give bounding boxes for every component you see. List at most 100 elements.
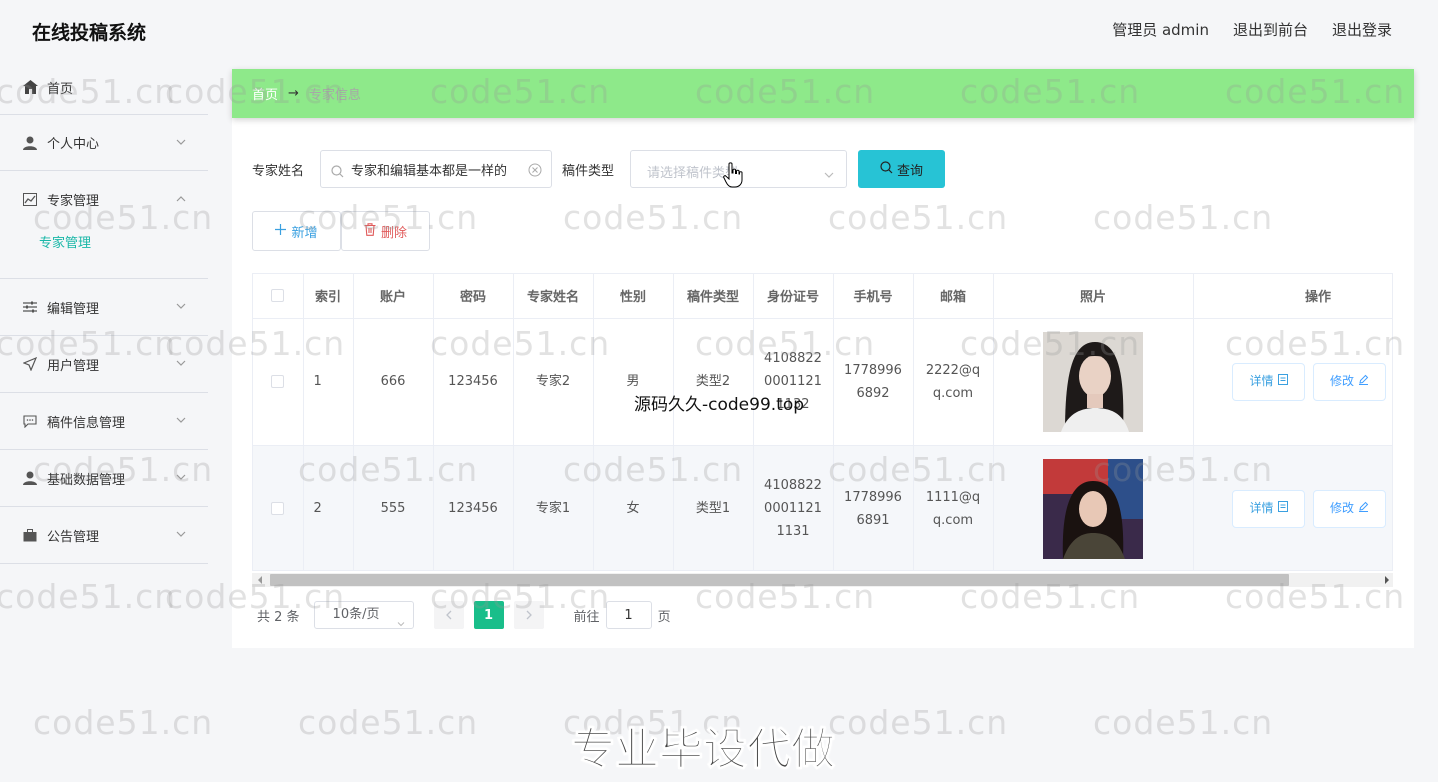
chart-icon (22, 192, 38, 208)
sidebar-item-expert[interactable]: 专家管理 (0, 171, 208, 228)
select-all-cell[interactable] (253, 274, 304, 319)
search-icon (880, 160, 893, 178)
sidebar-item-personal[interactable]: 个人中心 (0, 114, 208, 171)
pagination: 共 2 条 10条/页 1 前往 页 (257, 601, 671, 629)
detail-button[interactable]: 详情 (1232, 362, 1305, 401)
expert-table: 索引 账户 密码 专家姓名 性别 稿件类型 身份证号 手机号 邮箱 照片 操作 … (252, 273, 1393, 571)
page-size-value: 10条/页 (332, 607, 380, 622)
sidebar-item-label: 个人中心 (47, 137, 100, 152)
sidebar-item-label: 公告管理 (47, 529, 100, 545)
add-button[interactable]: 新增 (252, 211, 341, 251)
column-header: 手机号 (833, 274, 914, 319)
expert-photo (1043, 458, 1143, 559)
watermark: code51.cn (33, 703, 214, 742)
add-button-label: 新增 (291, 225, 318, 241)
user-icon (22, 135, 38, 151)
page-number-current[interactable]: 1 (473, 601, 504, 629)
cell-email: 2222@qq.com (913, 318, 994, 446)
sidebar-subitem-expert[interactable]: 专家管理 (0, 228, 208, 278)
chevron-up-icon (176, 193, 186, 203)
delete-button[interactable]: 删除 (341, 211, 430, 251)
sidebar-item-home[interactable]: 首页 (0, 60, 208, 114)
column-header: 照片 (993, 274, 1194, 319)
scroll-left-arrow-icon[interactable] (258, 576, 262, 584)
expert-photo (1043, 331, 1143, 432)
column-header: 操作 (1193, 274, 1392, 319)
user-icon (22, 470, 38, 486)
expert-name-search[interactable] (320, 150, 552, 188)
sidebar-item-notice[interactable]: 公告管理 (0, 507, 208, 564)
edit-button[interactable]: 修改 (1313, 362, 1386, 401)
delete-button-label: 删除 (380, 225, 407, 241)
expert-name-label: 专家姓名 (252, 164, 305, 179)
sidebar-item-label: 专家管理 (47, 194, 100, 209)
chevron-down-icon (176, 300, 186, 310)
hand-cursor-icon (723, 162, 743, 188)
sidebar-item-label: 基础数据管理 (47, 472, 126, 488)
cell-email: 1111@qq.com (913, 445, 994, 570)
cell-photo (993, 318, 1194, 446)
cell-type: 类型2 (673, 318, 754, 446)
prev-page-button[interactable] (433, 601, 464, 629)
watermark: code51.cn (1093, 703, 1274, 742)
chevron-down-icon (176, 357, 186, 367)
scrollbar-thumb[interactable] (270, 574, 1289, 586)
query-button-label: 查询 (896, 163, 923, 179)
edit-button[interactable]: 修改 (1313, 489, 1386, 528)
detail-button-label: 详情 (1249, 501, 1274, 515)
manuscript-type-label: 稿件类型 (562, 164, 615, 179)
edit-button-label: 修改 (1329, 374, 1354, 388)
trash-icon (364, 222, 376, 240)
goto-label: 前往 (573, 609, 600, 625)
sidebar: 首页 个人中心 专家管理 专家管理 编辑管理 用户管理 稿件信息管理 基础数据管… (0, 60, 208, 564)
clear-icon[interactable] (528, 162, 542, 177)
scroll-right-arrow-icon[interactable] (1385, 576, 1389, 584)
admin-user-link[interactable]: 管理员 admin (1112, 19, 1209, 40)
watermark: code51.cn (298, 703, 479, 742)
sidebar-item-basic-data[interactable]: 基础数据管理 (0, 450, 208, 507)
sidebar-item-user[interactable]: 用户管理 (0, 336, 208, 393)
expert-name-input[interactable] (351, 159, 523, 179)
page-size-select[interactable]: 10条/页 (313, 601, 414, 629)
sidebar-item-editor[interactable]: 编辑管理 (0, 279, 208, 336)
column-header: 索引 (303, 274, 354, 319)
detail-button[interactable]: 详情 (1232, 489, 1305, 528)
cell-account: 666 (353, 318, 434, 446)
exit-to-front-link[interactable]: 退出到前台 (1233, 19, 1308, 40)
logout-link[interactable]: 退出登录 (1332, 19, 1392, 40)
cell-index: 2 (303, 445, 354, 570)
query-button[interactable]: 查询 (858, 150, 945, 188)
sidebar-item-manuscript[interactable]: 稿件信息管理 (0, 393, 208, 450)
detail-button-label: 详情 (1249, 374, 1274, 388)
cell-photo (993, 445, 1194, 570)
cell-name: 专家2 (513, 318, 594, 446)
sidebar-group-expert: 专家管理 专家管理 (0, 171, 208, 279)
row-checkbox[interactable] (271, 375, 285, 388)
select-all-checkbox[interactable] (271, 289, 285, 303)
cell-id-card: 410882200011211132 (753, 318, 834, 446)
briefcase-icon (22, 527, 38, 543)
breadcrumb-home[interactable]: 首页 (252, 84, 278, 103)
cell-type: 类型1 (673, 445, 754, 570)
message-icon (22, 413, 38, 429)
cell-account: 555 (353, 445, 434, 570)
column-header: 专家姓名 (513, 274, 594, 319)
sidebar-item-label: 首页 (47, 81, 74, 97)
column-header: 账户 (353, 274, 434, 319)
cell-name: 专家1 (513, 445, 594, 570)
top-bar: 在线投稿系统 管理员 admin 退出到前台 退出登录 (0, 0, 1438, 60)
goto-page-input[interactable] (605, 601, 652, 629)
total-count: 共 2 条 (257, 609, 300, 625)
cell-index: 1 (303, 318, 354, 446)
search-icon (331, 163, 344, 178)
cell-actions: 详情 修改 (1193, 318, 1392, 446)
page-unit-label: 页 (657, 609, 671, 625)
next-page-button[interactable] (513, 601, 544, 629)
chevron-right-icon (526, 610, 532, 620)
document-icon (1277, 497, 1288, 520)
horizontal-scrollbar[interactable] (252, 573, 1393, 587)
breadcrumb-separator: → (288, 86, 299, 101)
row-checkbox[interactable] (271, 502, 285, 515)
chevron-down-icon (397, 612, 405, 627)
column-header: 邮箱 (913, 274, 994, 319)
